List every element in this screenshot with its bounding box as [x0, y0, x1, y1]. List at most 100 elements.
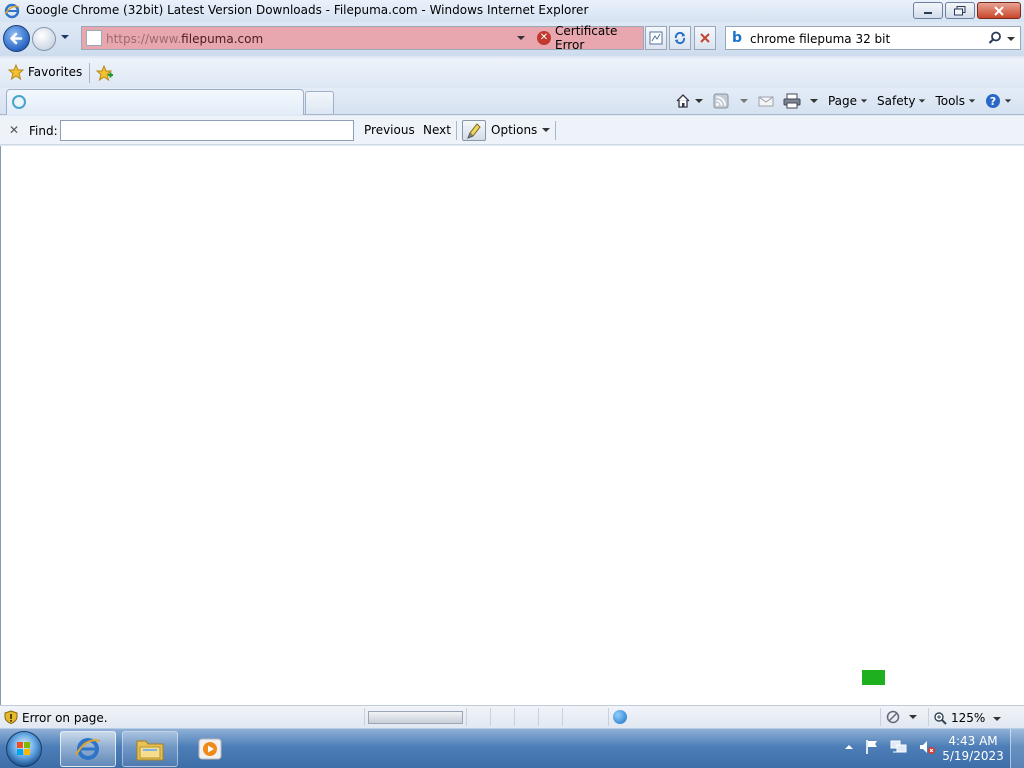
protected-mode-button[interactable]	[886, 710, 918, 724]
zoom-dropdown-icon[interactable]	[992, 715, 1002, 723]
close-find-bar-icon[interactable]: ✕	[9, 123, 19, 137]
new-tab-button[interactable]	[305, 91, 334, 114]
green-marker	[862, 670, 885, 685]
refresh-icon	[674, 31, 686, 45]
help-dropdown-icon	[1004, 99, 1012, 103]
stop-button[interactable]	[694, 26, 716, 50]
internet-zone-icon[interactable]	[613, 710, 627, 724]
safety-menu-label: Safety	[877, 94, 916, 108]
loading-spinner-icon	[12, 95, 26, 109]
compatibility-icon	[649, 31, 663, 45]
find-options-button[interactable]: Options	[491, 123, 551, 137]
home-icon	[676, 94, 690, 108]
address-dropdown-icon[interactable]	[516, 34, 526, 42]
page-icon	[86, 30, 102, 46]
address-url[interactable]: https://www.filepuma.com	[106, 32, 263, 46]
search-icon[interactable]	[988, 31, 1002, 45]
page-content	[0, 146, 1024, 705]
taskbar-windows-explorer[interactable]	[122, 731, 178, 767]
clock-date: 5/19/2023	[942, 749, 1004, 763]
mail-icon	[758, 96, 774, 107]
address-host: filepuma.com	[181, 32, 264, 46]
compatibility-view-button[interactable]	[645, 26, 667, 50]
tools-menu-label: Tools	[935, 94, 965, 108]
refresh-button[interactable]	[669, 26, 691, 50]
show-desktop-button[interactable]	[1010, 729, 1024, 768]
help-menu[interactable]: ?	[985, 93, 1012, 109]
favorites-label: Favorites	[28, 65, 83, 79]
status-divider	[562, 708, 563, 726]
rss-feed-icon	[713, 93, 729, 109]
taskbar-media-player[interactable]	[184, 731, 236, 767]
certificate-error-icon: ✕	[537, 31, 551, 45]
back-button[interactable]	[3, 25, 30, 52]
highlighter-icon	[467, 122, 481, 139]
zoom-level: 125%	[951, 711, 986, 725]
error-warning-icon[interactable]	[4, 710, 18, 724]
taskbar-internet-explorer[interactable]	[60, 731, 116, 767]
stop-icon	[700, 33, 710, 43]
window-title: Google Chrome (32bit) Latest Version Dow…	[26, 3, 589, 17]
print-dropdown-icon[interactable]	[809, 97, 819, 105]
zoom-level-button[interactable]: 125%	[934, 711, 985, 725]
certificate-error-button[interactable]: ✕ Certificate Error	[535, 24, 643, 52]
navigation-bar: https://www.filepuma.com ✕ Certificate E…	[0, 22, 1024, 56]
add-to-favorites-bar-icon[interactable]	[96, 65, 114, 81]
action-center-flag-icon[interactable]	[864, 739, 880, 755]
network-icon[interactable]	[890, 739, 908, 755]
loading-progress-bar	[368, 711, 463, 724]
start-button[interactable]	[6, 731, 42, 767]
page-menu[interactable]: Page	[828, 94, 868, 108]
back-arrow-icon	[10, 32, 23, 45]
find-previous-button[interactable]: Previous	[364, 123, 415, 137]
safety-dropdown-icon	[919, 99, 926, 103]
protected-mode-dropdown-icon	[909, 715, 917, 719]
find-label: Find:	[29, 124, 58, 138]
title-bar: Google Chrome (32bit) Latest Version Dow…	[0, 0, 1024, 22]
find-input[interactable]	[60, 120, 354, 141]
bing-icon: b	[732, 30, 743, 46]
system-clock[interactable]: 4:43 AM 5/19/2023	[940, 734, 1006, 764]
close-button[interactable]	[977, 2, 1021, 19]
minimize-icon	[924, 11, 932, 14]
show-hidden-icons-icon[interactable]	[844, 743, 854, 751]
read-mail-button[interactable]	[758, 94, 774, 108]
status-divider	[364, 708, 365, 726]
search-input[interactable]: chrome filepuma 32 bit	[750, 32, 890, 46]
search-box[interactable]: b chrome filepuma 32 bit	[725, 26, 1021, 50]
favorites-bar: Favorites	[0, 58, 1024, 88]
address-prefix: https://www.	[106, 32, 182, 46]
restore-button[interactable]	[945, 2, 975, 19]
print-button[interactable]	[783, 93, 819, 109]
feeds-button[interactable]	[713, 93, 749, 109]
feeds-dropdown-icon[interactable]	[739, 97, 749, 105]
tools-menu[interactable]: Tools	[935, 94, 976, 108]
forward-button[interactable]	[32, 27, 56, 51]
tab-current[interactable]	[6, 89, 304, 115]
windows-logo-icon	[17, 742, 30, 755]
find-separator	[456, 121, 457, 140]
protected-mode-icon	[886, 710, 900, 724]
address-bar[interactable]: https://www.filepuma.com ✕ Certificate E…	[81, 24, 644, 52]
page-dropdown-icon	[860, 99, 868, 103]
home-dropdown-icon[interactable]	[694, 97, 704, 105]
status-divider	[490, 708, 491, 726]
status-divider	[514, 708, 515, 726]
recent-pages-dropdown-icon[interactable]	[60, 33, 70, 41]
tools-dropdown-icon	[968, 99, 976, 103]
status-text[interactable]: Error on page.	[22, 711, 108, 725]
status-divider	[880, 708, 881, 726]
safety-menu[interactable]: Safety	[877, 94, 926, 108]
volume-muted-icon[interactable]	[918, 739, 936, 755]
home-button[interactable]	[675, 93, 704, 109]
search-options-dropdown-icon[interactable]	[1006, 35, 1016, 43]
status-divider	[928, 708, 929, 726]
svg-text:?: ?	[990, 95, 996, 108]
highlight-matches-button[interactable]	[462, 120, 486, 141]
status-bar: Error on page. 125%	[0, 705, 1024, 728]
minimize-button[interactable]	[913, 2, 943, 19]
folder-icon	[136, 740, 164, 761]
printer-icon	[783, 93, 801, 109]
find-next-button[interactable]: Next	[423, 123, 451, 137]
favorites-button[interactable]: Favorites	[8, 64, 82, 80]
